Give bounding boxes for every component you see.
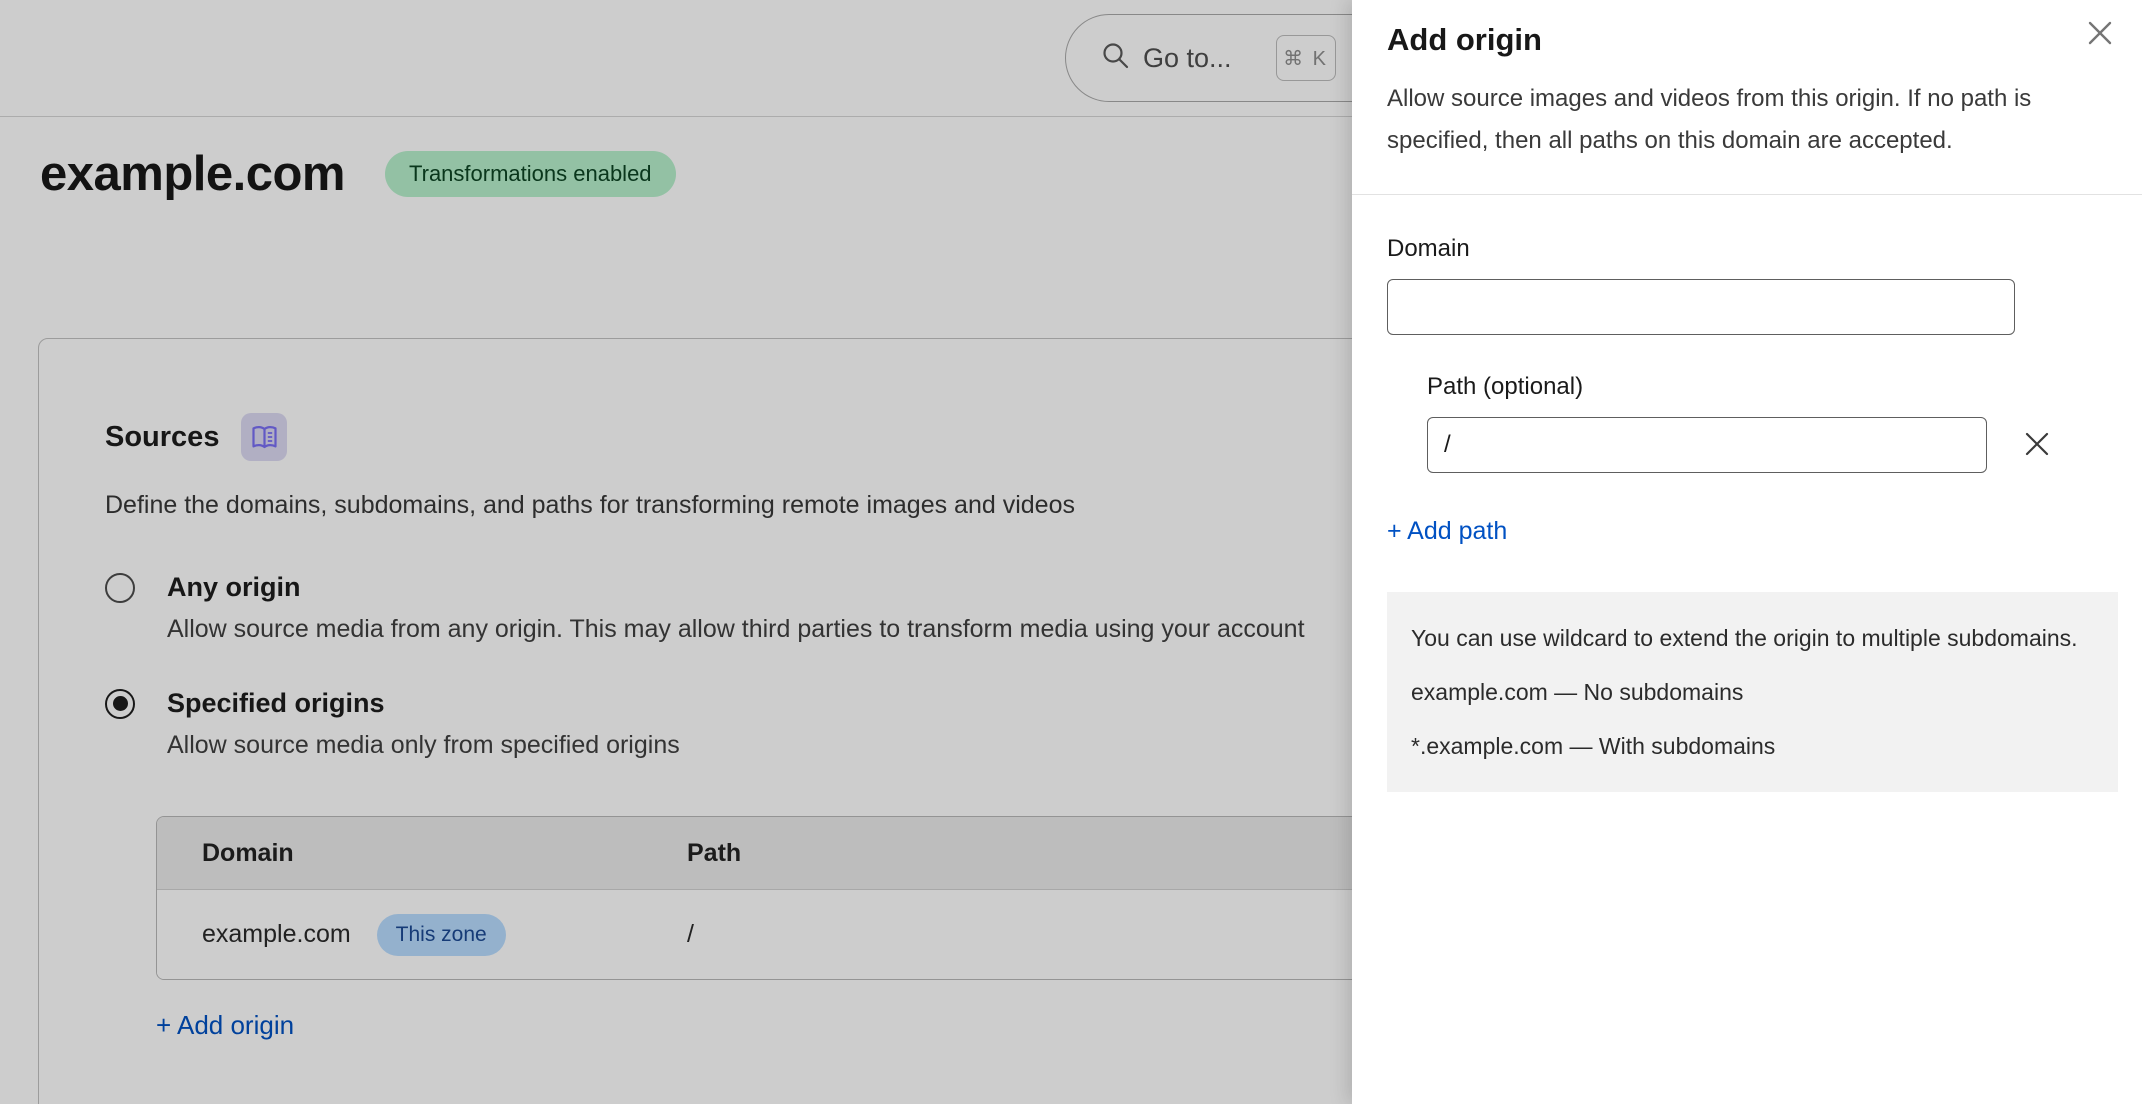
info-line: example.com — No subdomains bbox=[1411, 672, 2094, 712]
path-input[interactable] bbox=[1427, 417, 1987, 473]
remove-path-button[interactable] bbox=[2017, 425, 2057, 465]
add-origin-panel: Add origin Allow source images and video… bbox=[1352, 0, 2142, 1104]
info-line: *.example.com — With subdomains bbox=[1411, 726, 2094, 766]
domain-field-group: Domain bbox=[1387, 235, 2118, 335]
add-path-link[interactable]: + Add path bbox=[1387, 517, 1507, 546]
close-icon bbox=[2022, 429, 2052, 462]
close-panel-button[interactable] bbox=[2082, 16, 2118, 52]
panel-description: Allow source images and videos from this… bbox=[1387, 78, 2092, 162]
close-icon bbox=[2086, 19, 2114, 50]
path-field-group: Path (optional) bbox=[1387, 373, 2118, 473]
domain-field-label: Domain bbox=[1387, 235, 2118, 263]
panel-divider bbox=[1352, 194, 2142, 195]
path-field-label: Path (optional) bbox=[1427, 373, 2118, 401]
modal-overlay[interactable] bbox=[0, 0, 1352, 1104]
wildcard-info-box: You can use wildcard to extend the origi… bbox=[1387, 592, 2118, 792]
domain-input[interactable] bbox=[1387, 279, 2015, 335]
panel-title: Add origin bbox=[1387, 22, 2118, 58]
info-line: You can use wildcard to extend the origi… bbox=[1411, 618, 2094, 658]
